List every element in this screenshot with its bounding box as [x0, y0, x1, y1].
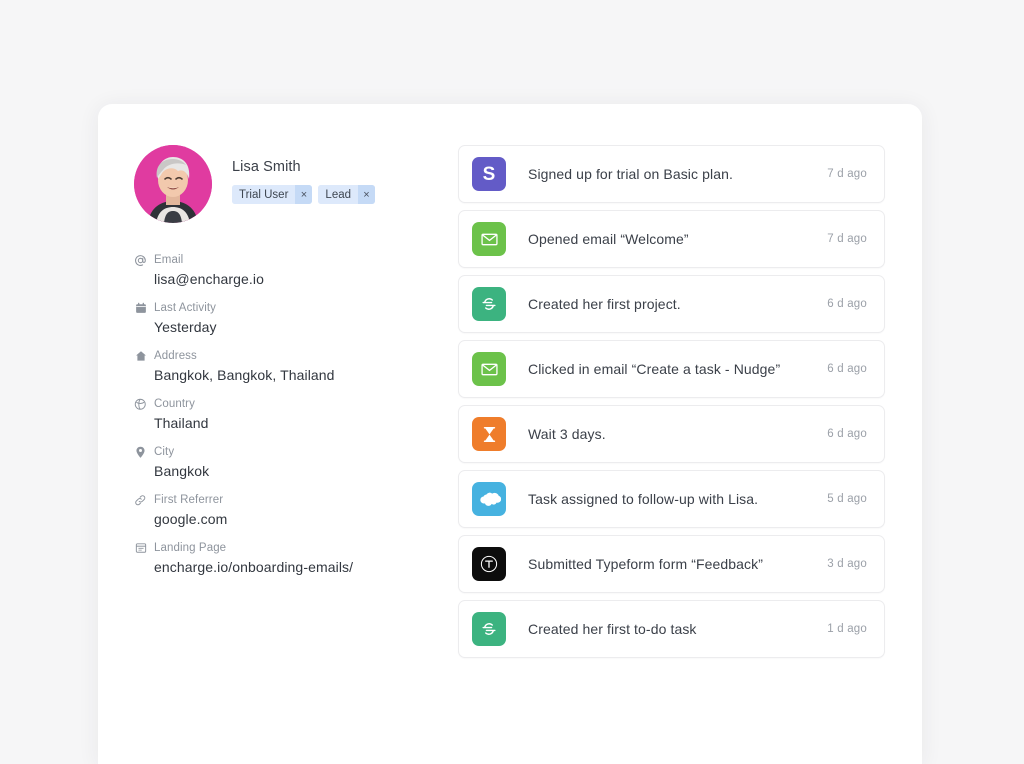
contact-detail-card: Lisa Smith Trial User × Lead × [98, 104, 922, 764]
field-value: Bangkok [154, 463, 438, 479]
activity-text: Opened email “Welcome” [528, 231, 827, 247]
field-label: First Referrer [154, 494, 223, 506]
field-value: google.com [154, 511, 438, 527]
activity-text: Created her first to-do task [528, 621, 827, 637]
contact-field-list: Email lisa@encharge.io [134, 253, 438, 575]
activity-row[interactable]: Clicked in email “Create a task - Nudge”… [458, 340, 885, 398]
contact-tag-list: Trial User × Lead × [232, 185, 375, 204]
activity-row[interactable]: Created her first project. 6 d ago [458, 275, 885, 333]
activity-row[interactable]: S Signed up for trial on Basic plan. 7 d… [458, 145, 885, 203]
activity-timestamp: 7 d ago [827, 233, 867, 245]
activity-timestamp: 6 d ago [827, 298, 867, 310]
activity-timestamp: 1 d ago [827, 623, 867, 635]
avatar [134, 145, 212, 223]
activity-text: Created her first project. [528, 296, 827, 312]
field-label: Landing Page [154, 542, 226, 554]
activity-text: Submitted Typeform form “Feedback” [528, 556, 827, 572]
field-last-activity: Last Activity Yesterday [134, 301, 438, 335]
field-value: Yesterday [154, 319, 438, 335]
remove-tag-icon[interactable]: × [295, 185, 312, 204]
contact-tag[interactable]: Lead × [318, 185, 375, 204]
contact-tag-label: Trial User [232, 185, 295, 204]
field-label: Last Activity [154, 302, 216, 314]
contact-name: Lisa Smith [232, 159, 375, 175]
activity-list: S Signed up for trial on Basic plan. 7 d… [458, 145, 885, 658]
activity-text: Wait 3 days. [528, 426, 827, 442]
stripe-icon: S [472, 157, 506, 191]
email-open-icon [472, 222, 506, 256]
activity-timestamp: 3 d ago [827, 558, 867, 570]
field-value: lisa@encharge.io [154, 271, 438, 287]
contact-tag-label: Lead [318, 185, 358, 204]
activity-row[interactable]: Wait 3 days. 6 d ago [458, 405, 885, 463]
field-country: Country Thailand [134, 397, 438, 431]
email-click-icon [472, 352, 506, 386]
typeform-icon [472, 547, 506, 581]
activity-text: Task assigned to follow-up with Lisa. [528, 491, 827, 507]
at-sign-icon [134, 254, 147, 267]
field-value: encharge.io/onboarding-emails/ [154, 559, 438, 575]
remove-tag-icon[interactable]: × [358, 185, 375, 204]
profile-header: Lisa Smith Trial User × Lead × [134, 145, 438, 223]
contact-profile-pane: Lisa Smith Trial User × Lead × [98, 104, 438, 764]
activity-timestamp: 6 d ago [827, 428, 867, 440]
field-landing-page: Landing Page encharge.io/onboarding-emai… [134, 541, 438, 575]
map-pin-icon [134, 446, 147, 459]
activity-text: Signed up for trial on Basic plan. [528, 166, 827, 182]
encharge-icon [472, 287, 506, 321]
calendar-icon [134, 302, 147, 315]
browser-window-icon [134, 542, 147, 555]
field-email: Email lisa@encharge.io [134, 253, 438, 287]
activity-timestamp: 7 d ago [827, 168, 867, 180]
field-city: City Bangkok [134, 445, 438, 479]
field-label: Country [154, 398, 195, 410]
home-icon [134, 350, 147, 363]
activity-row[interactable]: Opened email “Welcome” 7 d ago [458, 210, 885, 268]
activity-text: Clicked in email “Create a task - Nudge” [528, 361, 827, 377]
field-address: Address Bangkok, Bangkok, Thailand [134, 349, 438, 383]
activity-timestamp: 6 d ago [827, 363, 867, 375]
field-label: Email [154, 254, 183, 266]
identity-block: Lisa Smith Trial User × Lead × [232, 145, 375, 204]
globe-icon [134, 398, 147, 411]
link-icon [134, 494, 147, 507]
activity-row[interactable]: Task assigned to follow-up with Lisa. 5 … [458, 470, 885, 528]
activity-timestamp: 5 d ago [827, 493, 867, 505]
field-label: Address [154, 350, 197, 362]
field-label: City [154, 446, 174, 458]
hourglass-icon [472, 417, 506, 451]
activity-row[interactable]: Created her first to-do task 1 d ago [458, 600, 885, 658]
salesforce-icon [472, 482, 506, 516]
field-first-referrer: First Referrer google.com [134, 493, 438, 527]
encharge-icon [472, 612, 506, 646]
activity-feed-pane: S Signed up for trial on Basic plan. 7 d… [438, 104, 922, 764]
activity-row[interactable]: Submitted Typeform form “Feedback” 3 d a… [458, 535, 885, 593]
contact-tag[interactable]: Trial User × [232, 185, 312, 204]
field-value: Thailand [154, 415, 438, 431]
app-root: Lisa Smith Trial User × Lead × [0, 0, 1024, 747]
field-value: Bangkok, Bangkok, Thailand [154, 367, 438, 383]
